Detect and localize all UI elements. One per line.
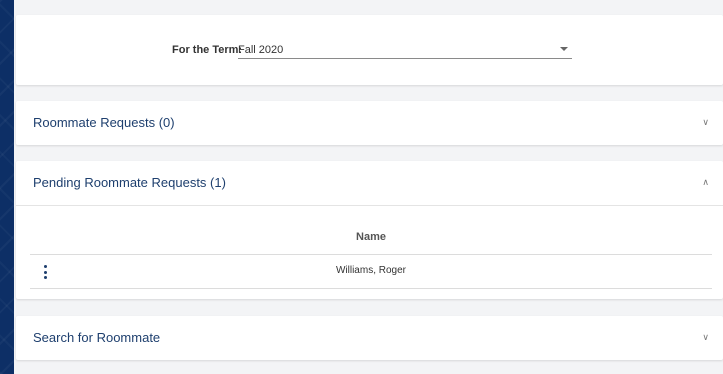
pending-requests-panel: Pending Roommate Requests (1) ∧ Name Wil… (16, 161, 723, 299)
chevron-down-icon: ∨ (702, 117, 709, 127)
main-content: For the Term: Fall 2020 Roommate Request… (14, 0, 723, 374)
table-row: Williams, Roger (30, 255, 712, 289)
table-header-row: Name (30, 221, 712, 255)
roommate-requests-header[interactable]: Roommate Requests (0) ∨ (16, 101, 723, 145)
roommate-requests-title: Roommate Requests (0) (33, 115, 175, 130)
pending-requests-table: Name Williams, Roger (30, 221, 712, 289)
roommate-requests-panel: Roommate Requests (0) ∨ (16, 101, 723, 145)
term-label: For the Term: (172, 44, 243, 56)
dropdown-arrow-icon (560, 47, 568, 51)
pending-requests-header[interactable]: Pending Roommate Requests (1) ∧ (16, 161, 723, 205)
term-selector-card: For the Term: Fall 2020 (16, 15, 723, 85)
term-select[interactable]: Fall 2020 (238, 41, 572, 59)
search-roommate-title: Search for Roommate (33, 330, 161, 345)
pending-requests-title: Pending Roommate Requests (1) (33, 175, 226, 190)
row-name: Williams, Roger (335, 265, 406, 276)
chevron-up-icon: ∧ (702, 177, 709, 187)
search-roommate-panel: Search for Roommate ∨ (16, 316, 723, 360)
chevron-down-icon: ∨ (702, 332, 709, 342)
search-roommate-header[interactable]: Search for Roommate ∨ (16, 316, 723, 360)
panel-divider (16, 205, 723, 206)
column-header-name[interactable]: Name (30, 231, 712, 243)
term-select-value: Fall 2020 (238, 44, 284, 56)
